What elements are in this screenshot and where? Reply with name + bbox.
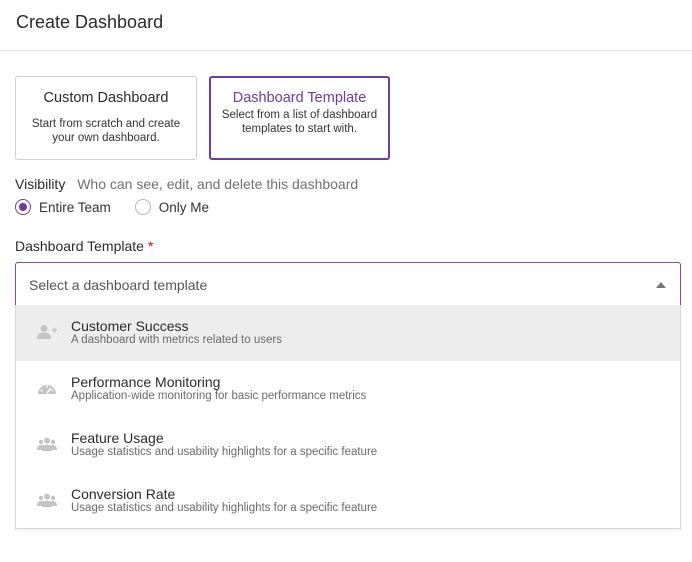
template-field-label: Dashboard Template * (15, 238, 153, 254)
visibility-label: Visibility (15, 176, 66, 192)
custom-dashboard-card-description: Start from scratch and create your own d… (31, 118, 181, 144)
option-title: Feature Usage (71, 430, 164, 446)
template-option-conversion-rate[interactable]: Conversion Rate Usage statistics and usa… (16, 473, 680, 529)
template-select[interactable]: Select a dashboard template (15, 262, 681, 305)
radio-only-me[interactable]: Only Me (134, 199, 210, 215)
custom-dashboard-card[interactable]: Custom Dashboard Start from scratch and … (15, 76, 197, 160)
visibility-row: Visibility Who can see, edit, and delete… (15, 176, 358, 192)
gauge-icon (38, 385, 56, 394)
required-indicator: * (147, 238, 154, 254)
dialog-header: Create Dashboard (0, 0, 692, 51)
template-option-customer-success[interactable]: Customer Success A dashboard with metric… (16, 305, 680, 361)
visibility-radio-group: Entire Team Only Me (15, 199, 233, 215)
template-select-placeholder: Select a dashboard template (29, 277, 208, 293)
radio-entire-team-label: Entire Team (39, 199, 111, 215)
template-field-label-text: Dashboard Template (15, 238, 144, 254)
user-add-icon (37, 325, 57, 339)
custom-dashboard-card-title: Custom Dashboard (43, 90, 169, 106)
radio-only-me-label: Only Me (158, 199, 210, 215)
option-title: Conversion Rate (71, 486, 176, 502)
option-title: Customer Success (71, 318, 189, 334)
dashboard-template-card-title: Dashboard Template (232, 90, 367, 106)
option-description: Usage statistics and usability highlight… (71, 446, 378, 458)
caret-up-icon[interactable] (656, 282, 666, 288)
dashboard-template-card-description: Select from a list of dashboard template… (221, 109, 378, 135)
dialog-title: Create Dashboard (16, 12, 164, 32)
option-description: Application-wide monitoring for basic pe… (71, 390, 367, 402)
users-icon (37, 493, 57, 507)
template-option-performance-monitoring[interactable]: Performance Monitoring Application-wide … (16, 361, 680, 417)
option-description: Usage statistics and usability highlight… (71, 502, 378, 514)
radio-only-me-circle[interactable] (134, 199, 151, 215)
option-description: A dashboard with metrics related to user… (71, 334, 282, 346)
radio-entire-team-circle[interactable] (15, 199, 31, 215)
template-dropdown-menu: Customer Success A dashboard with metric… (15, 305, 681, 529)
dashboard-template-card[interactable]: Dashboard Template Select from a list of… (209, 76, 390, 160)
option-title: Performance Monitoring (71, 374, 221, 390)
users-icon (37, 437, 57, 451)
visibility-help-text: Who can see, edit, and delete this dashb… (77, 176, 359, 192)
template-option-feature-usage[interactable]: Feature Usage Usage statistics and usabi… (16, 417, 680, 473)
radio-entire-team[interactable]: Entire Team (15, 199, 111, 215)
